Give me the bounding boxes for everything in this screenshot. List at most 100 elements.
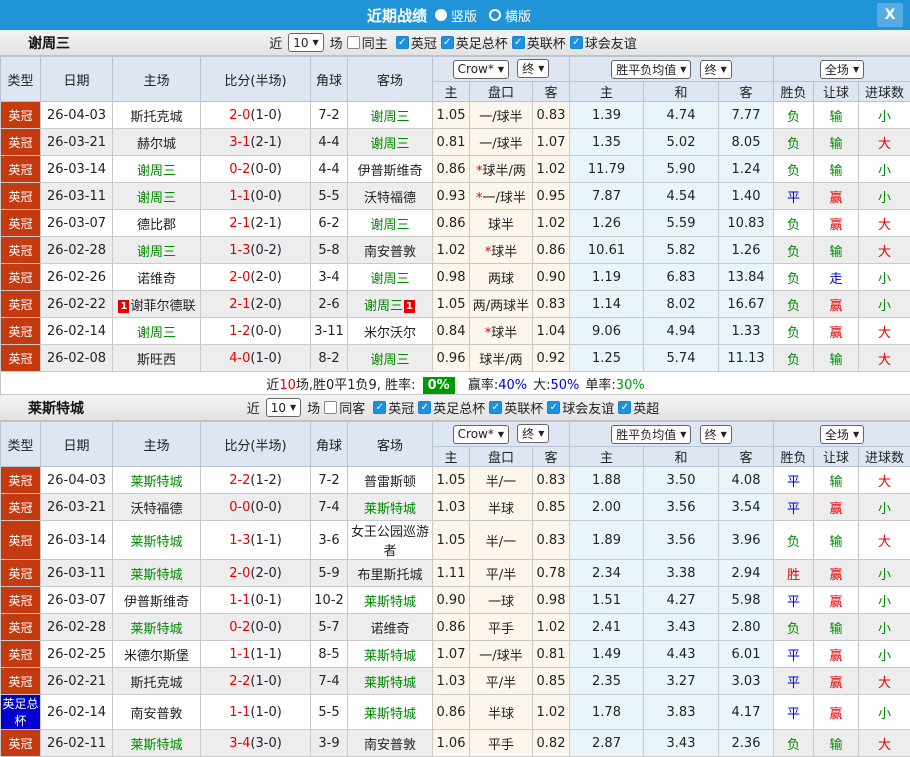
avg-home-odds: 1.88 bbox=[570, 467, 644, 494]
away-odds: 0.82 bbox=[533, 730, 570, 757]
handicap-line: 两/两球半 bbox=[470, 291, 533, 318]
final-odds-select-2[interactable]: 终▼ bbox=[700, 425, 732, 444]
scope-select[interactable]: 全场▼ bbox=[820, 425, 864, 444]
corner-score: 5-5 bbox=[311, 695, 348, 730]
final-odds-select-1[interactable]: 终▼ bbox=[517, 424, 549, 443]
checkbox-icon[interactable] bbox=[324, 401, 337, 414]
score-cell: 2-0(1-0) bbox=[201, 102, 311, 129]
league-filter[interactable]: ✓英超 bbox=[618, 398, 659, 417]
checkbox-icon[interactable] bbox=[347, 36, 360, 49]
chevron-down-icon: ▼ bbox=[721, 65, 727, 74]
final-odds-select-2[interactable]: 终▼ bbox=[700, 60, 732, 79]
corner-score: 8-2 bbox=[311, 345, 348, 372]
handicap-line: 半球 bbox=[470, 494, 533, 521]
league-filter[interactable]: ✓英冠 bbox=[396, 33, 437, 52]
league-filter[interactable]: ✓英冠 bbox=[373, 398, 414, 417]
scope-select[interactable]: 全场▼ bbox=[820, 60, 864, 79]
home-team: 谢周三 bbox=[113, 156, 201, 183]
match-result: 负 bbox=[774, 318, 814, 345]
checkbox-icon[interactable]: ✓ bbox=[441, 36, 454, 49]
league-type-badge: 英冠 bbox=[1, 210, 41, 237]
layout-radio-horizontal[interactable]: 横版 bbox=[489, 6, 531, 25]
checkbox-icon[interactable]: ✓ bbox=[418, 401, 431, 414]
match-date: 26-02-28 bbox=[41, 237, 113, 264]
changed-line-star: * bbox=[485, 326, 492, 341]
avg-odds-select[interactable]: 胜平负均值▼ bbox=[611, 425, 691, 444]
away-team: 谢周三 bbox=[348, 129, 433, 156]
checkbox-icon[interactable]: ✓ bbox=[396, 36, 409, 49]
match-date: 26-02-14 bbox=[41, 695, 113, 730]
avg-home-odds: 7.87 bbox=[570, 183, 644, 210]
checkbox-icon[interactable]: ✓ bbox=[618, 401, 631, 414]
goals-result: 大 bbox=[859, 521, 910, 560]
radio-selected-icon[interactable] bbox=[435, 9, 447, 21]
col-corner: 角球 bbox=[311, 57, 348, 102]
away-odds: 0.95 bbox=[533, 183, 570, 210]
near-count-select[interactable]: 10▼ bbox=[266, 398, 301, 417]
away-team: 南安普敦 bbox=[348, 730, 433, 757]
avg-draw-odds: 5.59 bbox=[644, 210, 719, 237]
avg-draw-odds: 3.83 bbox=[644, 695, 719, 730]
same-venue-filter[interactable]: 同客 bbox=[324, 398, 365, 417]
away-team: 布里斯托城 bbox=[348, 560, 433, 587]
match-result: 胜 bbox=[774, 560, 814, 587]
away-odds: 0.81 bbox=[533, 641, 570, 668]
checkbox-icon[interactable]: ✓ bbox=[570, 36, 583, 49]
avg-away-odds: 1.24 bbox=[719, 156, 774, 183]
full-time-score: 4-0 bbox=[229, 351, 250, 366]
layout-radio-vertical[interactable]: 竖版 bbox=[435, 6, 477, 25]
same-venue-filter[interactable]: 同主 bbox=[347, 33, 388, 52]
avg-odds-select[interactable]: 胜平负均值▼ bbox=[611, 60, 691, 79]
league-filter[interactable]: ✓英联杯 bbox=[489, 398, 543, 417]
league-filter[interactable]: ✓英足总杯 bbox=[441, 33, 508, 52]
checkbox-icon[interactable]: ✓ bbox=[373, 401, 386, 414]
home-odds: 0.84 bbox=[433, 318, 470, 345]
home-odds: 1.03 bbox=[433, 494, 470, 521]
league-filter[interactable]: ✓球会友谊 bbox=[547, 398, 614, 417]
away-team-name: 沃特福德 bbox=[364, 191, 416, 206]
match-date: 26-02-22 bbox=[41, 291, 113, 318]
score-cell: 2-0(2-0) bbox=[201, 264, 311, 291]
home-team: 斯托克城 bbox=[113, 668, 201, 695]
away-odds: 0.85 bbox=[533, 494, 570, 521]
handicap-result: 输 bbox=[814, 614, 859, 641]
goals-result: 大 bbox=[859, 345, 910, 372]
bookmaker-select[interactable]: Crow*▼ bbox=[453, 425, 509, 444]
final-odds-select-1[interactable]: 终▼ bbox=[517, 59, 549, 78]
score-cell: 1-3(0-2) bbox=[201, 237, 311, 264]
match-result: 负 bbox=[774, 264, 814, 291]
scope-group-header: 全场▼ bbox=[774, 422, 910, 447]
checkbox-icon[interactable]: ✓ bbox=[512, 36, 525, 49]
bookmaker-select[interactable]: Crow*▼ bbox=[453, 60, 509, 79]
handicap-result: 赢 bbox=[814, 560, 859, 587]
avg-away-odds: 3.54 bbox=[719, 494, 774, 521]
home-team-name: 谢周三 bbox=[137, 164, 176, 179]
match-result: 平 bbox=[774, 695, 814, 730]
away-team: 沃特福德 bbox=[348, 183, 433, 210]
league-type-badge: 英冠 bbox=[1, 668, 41, 695]
goals-result: 大 bbox=[859, 210, 910, 237]
team-name: 谢周三 bbox=[28, 33, 70, 53]
league-filter[interactable]: ✓球会友谊 bbox=[570, 33, 637, 52]
summary-count: 10 bbox=[279, 378, 296, 393]
full-time-score: 1-2 bbox=[229, 324, 250, 339]
checkbox-icon[interactable]: ✓ bbox=[489, 401, 502, 414]
match-result: 平 bbox=[774, 494, 814, 521]
home-team: 莱斯特城 bbox=[113, 614, 201, 641]
home-team-name: 南安普敦 bbox=[130, 707, 182, 722]
league-filter[interactable]: ✓英足总杯 bbox=[418, 398, 485, 417]
radio-unselected-icon[interactable] bbox=[489, 9, 501, 21]
match-result: 负 bbox=[774, 237, 814, 264]
match-date: 26-02-08 bbox=[41, 345, 113, 372]
subcol-home-odds: 主 bbox=[433, 447, 470, 467]
checkbox-icon[interactable]: ✓ bbox=[547, 401, 560, 414]
home-team-name: 莱斯特城 bbox=[130, 568, 182, 583]
league-filter[interactable]: ✓英联杯 bbox=[512, 33, 566, 52]
subcol-result: 胜负 bbox=[774, 82, 814, 102]
home-odds: 1.05 bbox=[433, 291, 470, 318]
home-team: 莱斯特城 bbox=[113, 560, 201, 587]
close-button[interactable]: X bbox=[877, 3, 903, 27]
corner-score: 5-8 bbox=[311, 237, 348, 264]
score-cell: 4-0(1-0) bbox=[201, 345, 311, 372]
near-count-select[interactable]: 10▼ bbox=[288, 33, 323, 52]
